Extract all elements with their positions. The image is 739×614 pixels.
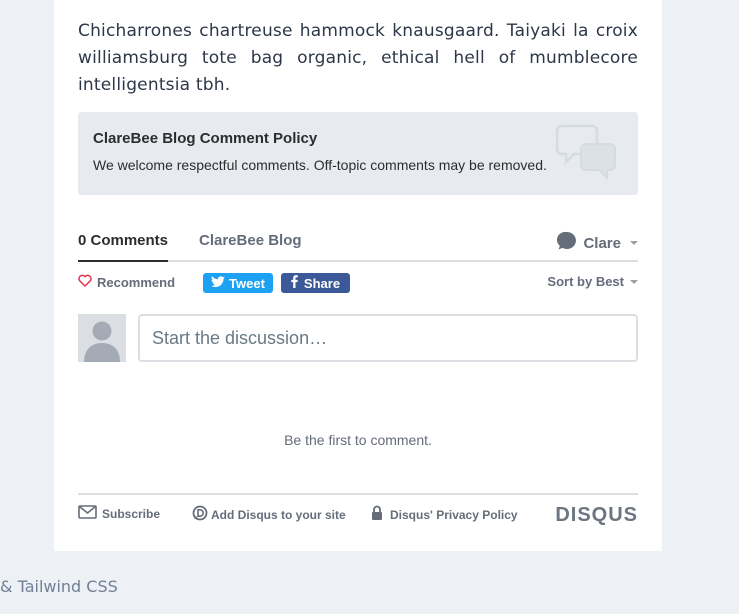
comments-card: Chicharrones chartreuse hammock knausgaa… xyxy=(54,0,662,551)
policy-title: ClareBee Blog Comment Policy xyxy=(93,130,318,147)
facebook-icon xyxy=(291,275,298,291)
speech-bubbles-icon xyxy=(555,122,620,187)
sort-dropdown[interactable]: Sort by Best xyxy=(547,274,638,289)
user-menu[interactable]: Clare xyxy=(557,231,638,255)
share-label: Share xyxy=(303,275,341,291)
recommend-label: Recommend xyxy=(97,274,176,290)
heart-icon xyxy=(78,274,92,290)
privacy-label: Disqus' Privacy Policy xyxy=(390,507,518,522)
chat-bubble-icon xyxy=(557,231,577,255)
empty-state-text: Be the first to comment. xyxy=(284,432,432,448)
disqus-footer: Subscribe Add Disqus to your site Disqus… xyxy=(78,493,638,531)
add-disqus-link[interactable]: Add Disqus to your site xyxy=(192,505,346,524)
tab-forum[interactable]: ClareBee Blog xyxy=(199,232,302,249)
comment-composer xyxy=(78,314,638,362)
comment-tabs: 0 Comments ClareBee Blog Clare xyxy=(78,222,638,262)
chevron-down-icon xyxy=(630,241,638,245)
lock-icon xyxy=(371,505,383,524)
tweet-label: Tweet xyxy=(229,275,265,291)
article-paragraph: Chicharrones chartreuse hammock knausgaa… xyxy=(78,21,638,95)
recommend-button[interactable]: Recommend xyxy=(78,274,175,290)
add-disqus-label: Add Disqus to your site xyxy=(211,507,346,522)
privacy-link[interactable]: Disqus' Privacy Policy xyxy=(371,505,518,524)
sort-label: Sort by Best xyxy=(547,274,624,289)
comment-input-box[interactable] xyxy=(138,314,638,362)
chevron-down-icon xyxy=(630,279,638,284)
disqus-d-icon xyxy=(192,505,208,524)
disqus-logo[interactable]: DISQUS xyxy=(555,504,638,527)
subscribe-label: Subscribe xyxy=(102,506,161,521)
avatar xyxy=(78,314,126,362)
comment-input[interactable] xyxy=(150,326,626,350)
actions-row: Recommend Tweet Share Sort by Best xyxy=(78,273,638,295)
page-footer-text: & Tailwind CSS xyxy=(0,577,118,596)
user-name: Clare xyxy=(583,234,621,252)
envelope-icon xyxy=(78,505,97,522)
policy-text: We welcome respectful comments. Off-topi… xyxy=(93,157,547,173)
comment-policy-box: ClareBee Blog Comment Policy We welcome … xyxy=(78,112,638,195)
twitter-icon xyxy=(211,275,226,291)
tweet-button[interactable]: Tweet xyxy=(203,273,273,293)
subscribe-link[interactable]: Subscribe xyxy=(78,505,160,522)
share-button[interactable]: Share xyxy=(281,273,350,293)
tab-comments[interactable]: 0 Comments xyxy=(78,232,169,262)
